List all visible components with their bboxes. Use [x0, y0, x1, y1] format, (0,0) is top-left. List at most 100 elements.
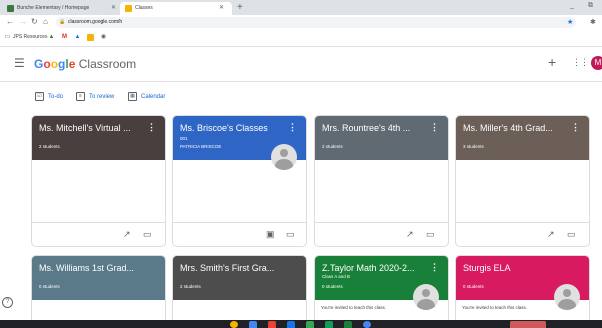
files-icon[interactable]	[249, 321, 257, 328]
class-card-footer: ↗ ▭	[315, 222, 448, 246]
school-icon[interactable]: ▲	[48, 34, 55, 41]
classroom-icon[interactable]	[344, 321, 352, 328]
gmail-icon[interactable]: M	[61, 34, 68, 41]
calendar-icon: ▦	[128, 92, 137, 101]
more-options-icon[interactable]: ⋮	[147, 122, 156, 132]
class-student-count: 0 students	[463, 284, 484, 289]
class-card[interactable]: Ms. Miller's 4th Grad... 3 students ⋮ ↗ …	[455, 115, 590, 247]
class-card[interactable]: Sturgis ELA 0 students You're invited to…	[455, 255, 590, 327]
reload-icon[interactable]: ↻	[31, 17, 38, 27]
class-student-count: 2 students	[322, 144, 343, 149]
class-teacher: PATRICIA BRISCOE	[180, 144, 222, 149]
docs-icon[interactable]	[287, 321, 295, 328]
browser-tab-strip: Bunche Elementary / Homepage ✕ Classes ✕…	[0, 0, 602, 15]
class-name[interactable]: Ms. Briscoe's Classes	[180, 122, 285, 134]
hamburger-menu-icon[interactable]: ☰	[14, 57, 25, 70]
folder-icon[interactable]: ▭	[567, 229, 576, 239]
invite-message: You're invited to teach this class.	[321, 305, 386, 310]
class-card-header[interactable]: Ms. Mitchell's Virtual ... 2 students ⋮	[32, 116, 165, 160]
class-name[interactable]: Ms. Williams 1st Grad...	[39, 262, 144, 274]
chrome-icon[interactable]	[230, 321, 238, 328]
new-tab-plus-icon[interactable]: +	[237, 2, 243, 13]
classroom-icon[interactable]	[87, 34, 94, 41]
drive-icon[interactable]	[306, 321, 314, 328]
teacher-avatar	[554, 284, 580, 310]
chrome-icon[interactable]: ◉	[100, 34, 107, 41]
class-name[interactable]: Mrs. Smith's First Gra...	[180, 262, 285, 274]
browser-toolbar: ← → ↻ ⌂ 🔒 classroom.google.com/h ★ ✱	[0, 15, 602, 30]
todo-label: To-do	[48, 93, 64, 100]
drive-icon[interactable]: ▲	[74, 34, 81, 41]
class-section: 001	[180, 136, 188, 141]
trending-icon[interactable]: ↗	[406, 229, 414, 239]
lock-icon: 🔒	[59, 19, 66, 25]
sheets-icon[interactable]	[325, 321, 333, 328]
tab-bunche-elementary[interactable]: Bunche Elementary / Homepage ✕	[2, 2, 119, 15]
todo-link[interactable]: ☑ To-do	[35, 92, 63, 101]
restore-icon[interactable]: ⧉	[588, 2, 593, 10]
more-options-icon[interactable]: ⋮	[571, 122, 580, 132]
folder-icon[interactable]: ▭	[426, 229, 435, 239]
home-icon[interactable]: ⌂	[43, 17, 48, 27]
class-card[interactable]: Ms. Briscoe's Classes 001 PATRICIA BRISC…	[172, 115, 307, 247]
class-card-footer: ↗ ▭	[32, 222, 165, 246]
class-card-header[interactable]: Mrs. Rountree's 4th ... 2 students ⋮	[315, 116, 448, 160]
class-student-count: 2 students	[39, 144, 60, 149]
google-classroom-logo[interactable]: Google Classroom	[34, 57, 136, 71]
class-name[interactable]: Mrs. Rountree's 4th ...	[322, 122, 427, 134]
folder-icon[interactable]: ▭	[143, 229, 152, 239]
os-taskbar	[0, 320, 602, 328]
calendar-label: Calendar	[141, 93, 166, 100]
teacher-avatar	[413, 284, 439, 310]
close-icon[interactable]: ✕	[111, 2, 116, 15]
class-name[interactable]: Ms. Miller's 4th Grad...	[463, 122, 568, 134]
folder-icon: ▭	[4, 34, 11, 40]
teacher-avatar	[271, 144, 297, 170]
meet-icon[interactable]	[363, 321, 371, 328]
class-student-count: 0 students	[39, 284, 60, 289]
help-icon[interactable]: ?	[2, 297, 13, 308]
tab-classes[interactable]: Classes ✕	[120, 2, 232, 15]
more-options-icon[interactable]: ⋮	[430, 122, 439, 132]
forward-arrow-icon[interactable]: →	[19, 17, 27, 27]
more-options-icon[interactable]: ⋮	[430, 262, 439, 272]
todo-icon: ☑	[35, 92, 44, 101]
status-indicator[interactable]	[510, 321, 546, 328]
minimize-icon[interactable]: _	[570, 2, 574, 9]
address-bar[interactable]: 🔒 classroom.google.com/h	[56, 17, 576, 28]
class-card-header[interactable]: Ms. Williams 1st Grad... 0 students	[32, 256, 165, 300]
class-name[interactable]: Ms. Mitchell's Virtual ...	[39, 122, 144, 134]
to-review-link[interactable]: ≡ To review	[76, 92, 114, 101]
product-name: Classroom	[78, 57, 137, 71]
tab-title: Classes	[135, 5, 153, 11]
school-icon	[7, 5, 14, 12]
back-arrow-icon[interactable]: ←	[6, 17, 14, 27]
account-avatar[interactable]: M	[591, 56, 602, 70]
class-card[interactable]: Mrs. Smith's First Gra... 2 students	[172, 255, 307, 327]
close-icon[interactable]: ✕	[219, 2, 224, 15]
calendar-link[interactable]: ▦ Calendar	[128, 92, 165, 101]
to-review-icon: ≡	[76, 92, 85, 101]
create-join-plus-icon[interactable]: +	[548, 54, 556, 70]
class-card[interactable]: Z.Taylor Math 2020-2... Class A and B 0 …	[314, 255, 449, 327]
class-card-header[interactable]: Ms. Miller's 4th Grad... 3 students ⋮	[456, 116, 589, 160]
class-card[interactable]: Ms. Williams 1st Grad... 0 students	[31, 255, 166, 327]
class-card[interactable]: Ms. Mitchell's Virtual ... 2 students ⋮ …	[31, 115, 166, 247]
class-name[interactable]: Sturgis ELA	[463, 262, 568, 274]
assignment-icon[interactable]: ▣	[266, 229, 275, 239]
class-student-count: 0 students	[322, 284, 343, 289]
class-card[interactable]: Mrs. Rountree's 4th ... 2 students ⋮ ↗ ▭	[314, 115, 449, 247]
class-name[interactable]: Z.Taylor Math 2020-2...	[322, 262, 427, 274]
url-text: classroom.google.com/h	[68, 19, 123, 25]
bookmark-jps-resources[interactable]: JPS Resources	[13, 33, 47, 42]
more-options-icon[interactable]: ⋮	[288, 122, 297, 132]
bookmarks-bar: ▭ JPS Resources ▲ M ▲ ◉	[0, 30, 602, 47]
folder-icon[interactable]: ▭	[286, 229, 295, 239]
trending-icon[interactable]: ↗	[547, 229, 555, 239]
extensions-puzzle-icon[interactable]: ✱	[590, 18, 596, 26]
star-icon[interactable]: ★	[567, 18, 573, 26]
class-card-header[interactable]: Mrs. Smith's First Gra... 2 students	[173, 256, 306, 300]
tab-title: Bunche Elementary / Homepage	[17, 5, 90, 11]
app-icon[interactable]	[268, 321, 276, 328]
trending-icon[interactable]: ↗	[123, 229, 131, 239]
